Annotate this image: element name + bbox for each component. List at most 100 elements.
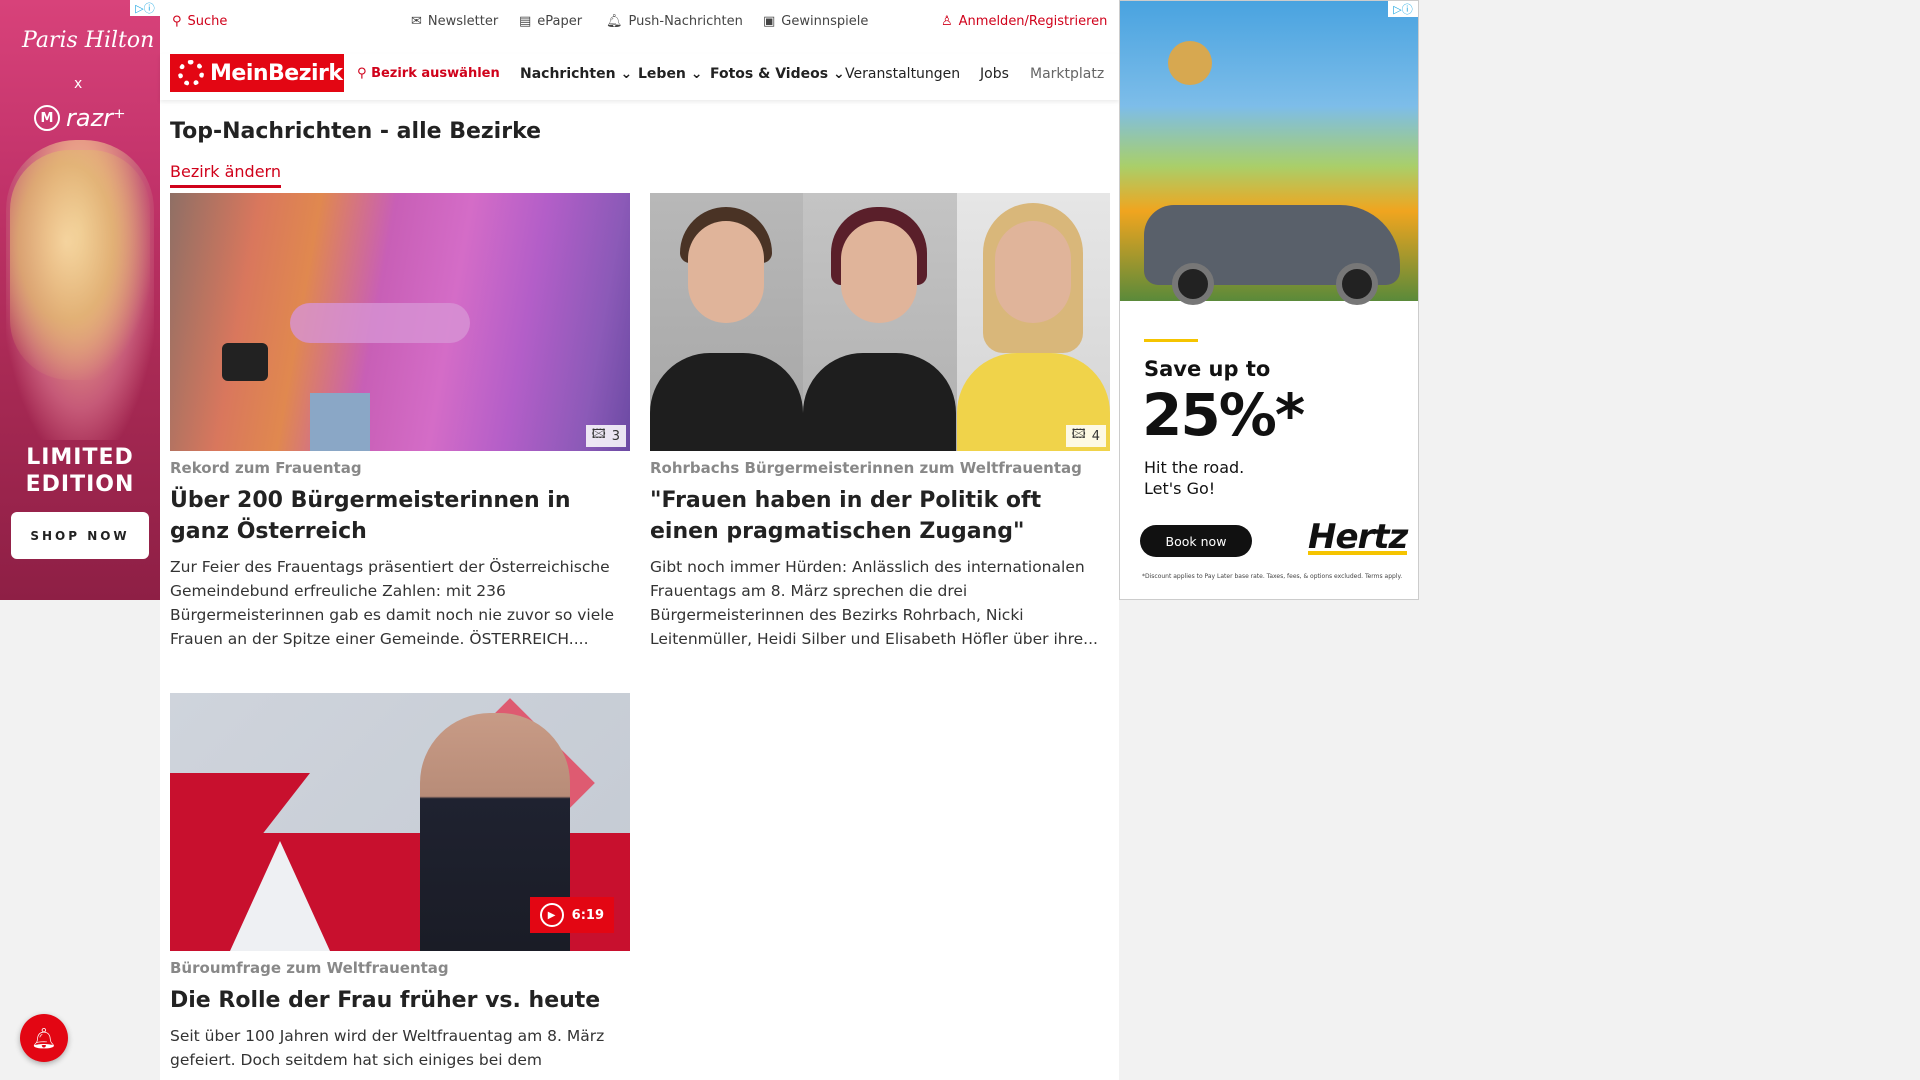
portrait-1 — [650, 193, 804, 451]
video-duration-badge[interactable]: ▶ 6:19 — [529, 897, 614, 933]
image-detail — [222, 343, 268, 381]
gallery-count-badge: 🖾 3 — [585, 425, 626, 447]
bezirk-select-label: Bezirk auswählen — [371, 66, 500, 81]
epaper-link[interactable]: ▤ ePaper — [519, 14, 582, 29]
epaper-label: ePaper — [537, 14, 583, 29]
portrait-3 — [956, 193, 1110, 451]
ad-car-wheel — [1336, 263, 1378, 305]
nav-item-nachrichten[interactable]: Nachrichten ⌄ — [520, 66, 632, 82]
play-icon: ▶ — [539, 903, 564, 927]
article-title[interactable]: Die Rolle der Frau früher vs. heute — [170, 985, 630, 1016]
portrait-face — [688, 221, 764, 323]
article-kicker: Rohrbachs Bürgermeisterinnen zum Weltfra… — [650, 459, 1082, 477]
ad-save-text: Save up to — [1144, 357, 1271, 381]
search-link[interactable]: ⚲ Suche — [172, 14, 227, 29]
login-link[interactable]: ♙ Anmelden/Registrieren — [941, 14, 1107, 29]
chevron-down-icon: ⌄ — [620, 66, 633, 82]
newspaper-icon: ▤ — [519, 14, 532, 29]
gewinnspiele-label: Gewinnspiele — [781, 14, 869, 29]
meinbezirk-logo[interactable]: MeinBezirk — [170, 54, 344, 92]
user-icon: ♙ — [941, 14, 953, 29]
hertz-logo: Hertz — [1308, 517, 1408, 557]
article-kicker: Rekord zum Frauentag — [170, 459, 362, 477]
nav-item-fotos-videos[interactable]: Fotos & Videos ⌄ — [710, 66, 845, 82]
push-label: Push-Nachrichten — [628, 14, 743, 29]
shop-now-button[interactable]: SHOP NOW — [11, 512, 149, 559]
notification-bell-button[interactable]: 🔔︎ — [20, 1014, 68, 1062]
article-image[interactable]: 🖾 4 — [650, 193, 1110, 451]
ad-brand-name: razr⁺ — [66, 104, 126, 132]
image-detail — [310, 393, 370, 451]
gallery-icon: 🖾 — [1071, 427, 1086, 442]
nav-item-leben[interactable]: Leben ⌄ — [638, 66, 703, 82]
ad-car-wheel — [1172, 263, 1214, 305]
article-video-thumbnail[interactable]: ▶ 6:19 — [170, 693, 630, 951]
page-title: Top-Nachrichten - alle Bezirke — [170, 119, 542, 144]
chevron-down-icon: ⌄ — [832, 66, 845, 82]
bell-icon: 🔔︎ — [606, 14, 623, 29]
newsletter-link[interactable]: ✉ Newsletter — [411, 14, 498, 29]
portrait-body — [803, 353, 957, 451]
ad-signature: Paris Hilton — [22, 28, 155, 53]
gallery-count-badge: 🖾 4 — [1065, 425, 1106, 447]
ad-headline: LIMITED EDITION — [25, 445, 135, 497]
gallery-count: 4 — [1091, 428, 1100, 444]
ad-brand: M razr⁺ — [34, 104, 126, 132]
bell-icon: 🔔︎ — [31, 1026, 57, 1050]
nav-item-veranstaltungen[interactable]: Veranstaltungen — [845, 66, 960, 82]
article-image[interactable]: 🖾 3 — [170, 193, 630, 451]
top-utility-bar: ⚲ Suche ✉ Newsletter ▤ ePaper 🔔︎ Push-Na… — [160, 0, 1119, 44]
login-label: Anmelden/Registrieren — [958, 14, 1108, 29]
search-icon: ⚲ — [172, 14, 182, 29]
change-bezirk-link[interactable]: Bezirk ändern — [170, 162, 281, 188]
article-kicker: Büroumfrage zum Weltfrauentag — [170, 959, 449, 977]
ad-tagline: Hit the road. Let's Go! — [1144, 457, 1244, 499]
image-detail — [290, 303, 470, 343]
article-card[interactable]: 🖾 3 Rekord zum Frauentag Über 200 Bürger… — [170, 193, 630, 651]
book-now-button[interactable]: Book now — [1140, 525, 1252, 557]
logo-text: MeinBezirk — [210, 60, 343, 86]
article-teaser: Gibt noch immer Hürden: Anlässlich des i… — [650, 558, 1098, 648]
adchoices-icon[interactable]: ▷ⓘ — [130, 0, 160, 16]
logo-flower-icon — [178, 60, 204, 86]
push-link[interactable]: 🔔︎ Push-Nachrichten — [606, 14, 743, 29]
nav-item-marktplatz[interactable]: Marktplatz — [1030, 66, 1104, 82]
ad-cross: x — [74, 76, 83, 92]
article-teaser: Seit über 100 Jahren wird der Weltfrauen… — [170, 1027, 605, 1069]
location-pin-icon: ⚲ — [357, 66, 367, 81]
left-skyscraper-ad[interactable]: Paris Hilton x M razr⁺ LIMITED EDITION S… — [0, 0, 160, 600]
ad-tagline-line: Hit the road. — [1144, 458, 1245, 477]
mail-icon: ✉ — [411, 14, 422, 29]
ad-accent-line — [1144, 339, 1198, 342]
adchoices-icon[interactable]: ▷ⓘ — [1388, 1, 1418, 17]
article-title[interactable]: Über 200 Bürgermeisterinnen in ganz Öste… — [170, 485, 630, 547]
gewinnspiele-link[interactable]: ▣ Gewinnspiele — [763, 14, 868, 29]
ad-percent: 25%* — [1142, 381, 1305, 449]
image-detail — [230, 841, 330, 951]
gallery-icon: 🖾 — [591, 427, 606, 442]
newsletter-label: Newsletter — [427, 14, 499, 29]
main-navigation: MeinBezirk ⚲ Bezirk auswählen Nachrichte… — [160, 54, 1119, 100]
article-card[interactable]: ▶ 6:19 Büroumfrage zum Weltfrauentag Die… — [170, 693, 630, 1072]
gallery-count: 3 — [611, 428, 620, 444]
portrait-body — [650, 353, 803, 451]
portrait-face — [841, 221, 918, 323]
nav-item-jobs[interactable]: Jobs — [980, 66, 1009, 82]
portrait-face — [994, 221, 1071, 323]
article-teaser: Zur Feier des Frauentags präsentiert der… — [170, 558, 615, 648]
article-title[interactable]: "Frauen haben in der Politik oft einen p… — [650, 485, 1110, 547]
chevron-down-icon: ⌄ — [690, 66, 703, 82]
nav-label: Nachrichten — [520, 66, 616, 82]
video-duration: 6:19 — [571, 907, 604, 923]
article-card[interactable]: 🖾 4 Rohrbachs Bürgermeisterinnen zum Wel… — [650, 193, 1110, 651]
gift-icon: ▣ — [763, 14, 776, 29]
ad-tagline-line: Let's Go! — [1144, 479, 1216, 498]
main-content: ⚲ Suche ✉ Newsletter ▤ ePaper 🔔︎ Push-Na… — [160, 0, 1119, 1080]
ad-hat — [1168, 41, 1212, 85]
portrait-2 — [803, 193, 957, 451]
motorola-logo-icon: M — [34, 105, 60, 131]
ad-fine-print: *Discount applies to Pay Later base rate… — [1142, 573, 1403, 580]
bezirk-select[interactable]: ⚲ Bezirk auswählen — [357, 66, 500, 81]
right-rectangle-ad[interactable]: Save up to 25%* Hit the road. Let's Go! … — [1119, 0, 1419, 600]
nav-label: Fotos & Videos — [710, 66, 829, 82]
